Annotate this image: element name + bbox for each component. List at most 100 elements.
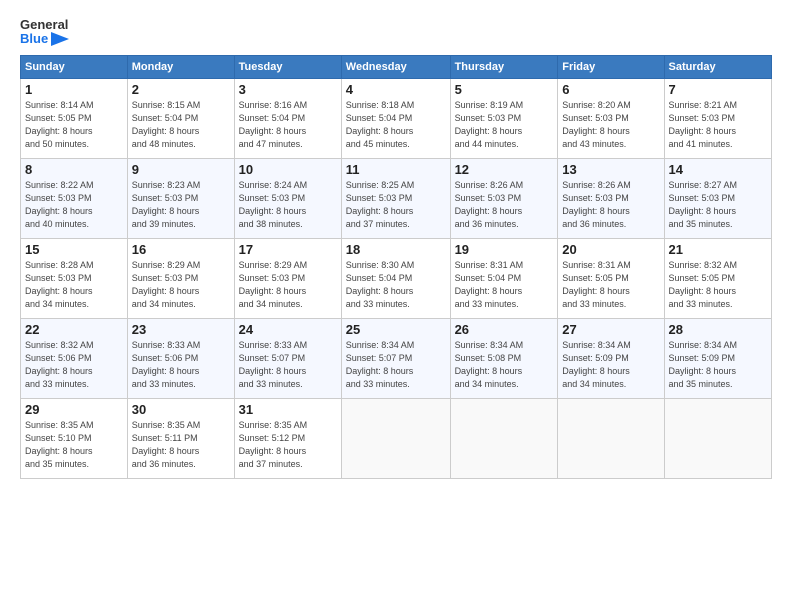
day-number: 21 (669, 242, 767, 257)
day-detail: Sunrise: 8:31 AM Sunset: 5:05 PM Dayligh… (562, 259, 659, 311)
day-detail: Sunrise: 8:34 AM Sunset: 5:09 PM Dayligh… (669, 339, 767, 391)
logo-general: General (20, 18, 69, 32)
day-detail: Sunrise: 8:30 AM Sunset: 5:04 PM Dayligh… (346, 259, 446, 311)
day-number: 27 (562, 322, 659, 337)
day-number: 1 (25, 82, 123, 97)
logo-text-block: General Blue (20, 18, 69, 47)
day-cell (664, 398, 771, 478)
day-number: 9 (132, 162, 230, 177)
day-number: 24 (239, 322, 337, 337)
calendar-table: SundayMondayTuesdayWednesdayThursdayFrid… (20, 55, 772, 479)
day-number: 13 (562, 162, 659, 177)
day-detail: Sunrise: 8:34 AM Sunset: 5:07 PM Dayligh… (346, 339, 446, 391)
day-cell: 29 Sunrise: 8:35 AM Sunset: 5:10 PM Dayli… (21, 398, 128, 478)
day-cell (558, 398, 664, 478)
day-detail: Sunrise: 8:22 AM Sunset: 5:03 PM Dayligh… (25, 179, 123, 231)
day-detail: Sunrise: 8:26 AM Sunset: 5:03 PM Dayligh… (455, 179, 554, 231)
day-cell (341, 398, 450, 478)
day-number: 15 (25, 242, 123, 257)
day-number: 16 (132, 242, 230, 257)
day-detail: Sunrise: 8:20 AM Sunset: 5:03 PM Dayligh… (562, 99, 659, 151)
day-detail: Sunrise: 8:35 AM Sunset: 5:12 PM Dayligh… (239, 419, 337, 471)
day-detail: Sunrise: 8:32 AM Sunset: 5:06 PM Dayligh… (25, 339, 123, 391)
day-number: 4 (346, 82, 446, 97)
weekday-header-row: SundayMondayTuesdayWednesdayThursdayFrid… (21, 55, 772, 78)
day-cell: 11 Sunrise: 8:25 AM Sunset: 5:03 PM Dayli… (341, 158, 450, 238)
day-detail: Sunrise: 8:16 AM Sunset: 5:04 PM Dayligh… (239, 99, 337, 151)
day-cell: 5 Sunrise: 8:19 AM Sunset: 5:03 PM Daylig… (450, 78, 558, 158)
day-number: 11 (346, 162, 446, 177)
logo-arrow-icon (51, 32, 69, 46)
week-row-4: 22 Sunrise: 8:32 AM Sunset: 5:06 PM Dayli… (21, 318, 772, 398)
day-detail: Sunrise: 8:26 AM Sunset: 5:03 PM Dayligh… (562, 179, 659, 231)
day-cell: 20 Sunrise: 8:31 AM Sunset: 5:05 PM Dayli… (558, 238, 664, 318)
day-cell: 9 Sunrise: 8:23 AM Sunset: 5:03 PM Daylig… (127, 158, 234, 238)
week-row-2: 8Sunrise: 8:22 AM Sunset: 5:03 PM Daylig… (21, 158, 772, 238)
day-number: 23 (132, 322, 230, 337)
day-cell (450, 398, 558, 478)
day-cell: 10 Sunrise: 8:24 AM Sunset: 5:03 PM Dayli… (234, 158, 341, 238)
day-cell: 14 Sunrise: 8:27 AM Sunset: 5:03 PM Dayli… (664, 158, 771, 238)
day-number: 19 (455, 242, 554, 257)
day-number: 30 (132, 402, 230, 417)
day-number: 7 (669, 82, 767, 97)
day-cell: 16 Sunrise: 8:29 AM Sunset: 5:03 PM Dayli… (127, 238, 234, 318)
day-detail: Sunrise: 8:29 AM Sunset: 5:03 PM Dayligh… (132, 259, 230, 311)
week-row-1: 1 Sunrise: 8:14 AM Sunset: 5:05 PM Daylig… (21, 78, 772, 158)
day-cell: 31 Sunrise: 8:35 AM Sunset: 5:12 PM Dayli… (234, 398, 341, 478)
weekday-header-tuesday: Tuesday (234, 55, 341, 78)
day-cell: 15 Sunrise: 8:28 AM Sunset: 5:03 PM Dayli… (21, 238, 128, 318)
day-detail: Sunrise: 8:18 AM Sunset: 5:04 PM Dayligh… (346, 99, 446, 151)
day-cell: 24 Sunrise: 8:33 AM Sunset: 5:07 PM Dayli… (234, 318, 341, 398)
day-cell: 23 Sunrise: 8:33 AM Sunset: 5:06 PM Dayli… (127, 318, 234, 398)
day-cell: 25 Sunrise: 8:34 AM Sunset: 5:07 PM Dayli… (341, 318, 450, 398)
day-cell: 21 Sunrise: 8:32 AM Sunset: 5:05 PM Dayli… (664, 238, 771, 318)
day-detail: Sunrise: 8:14 AM Sunset: 5:05 PM Dayligh… (25, 99, 123, 151)
day-number: 2 (132, 82, 230, 97)
day-number: 26 (455, 322, 554, 337)
day-detail: Sunrise: 8:15 AM Sunset: 5:04 PM Dayligh… (132, 99, 230, 151)
day-number: 31 (239, 402, 337, 417)
day-number: 18 (346, 242, 446, 257)
day-cell: 8Sunrise: 8:22 AM Sunset: 5:03 PM Daylig… (21, 158, 128, 238)
day-detail: Sunrise: 8:19 AM Sunset: 5:03 PM Dayligh… (455, 99, 554, 151)
day-detail: Sunrise: 8:32 AM Sunset: 5:05 PM Dayligh… (669, 259, 767, 311)
day-cell: 7Sunrise: 8:21 AM Sunset: 5:03 PM Daylig… (664, 78, 771, 158)
day-number: 5 (455, 82, 554, 97)
day-number: 17 (239, 242, 337, 257)
day-cell: 1 Sunrise: 8:14 AM Sunset: 5:05 PM Daylig… (21, 78, 128, 158)
week-row-3: 15 Sunrise: 8:28 AM Sunset: 5:03 PM Dayli… (21, 238, 772, 318)
day-cell: 22 Sunrise: 8:32 AM Sunset: 5:06 PM Dayli… (21, 318, 128, 398)
weekday-header-monday: Monday (127, 55, 234, 78)
page: General Blue SundayMondayTuesdayWednesda… (0, 0, 792, 612)
day-cell: 27Sunrise: 8:34 AM Sunset: 5:09 PM Dayli… (558, 318, 664, 398)
day-number: 10 (239, 162, 337, 177)
day-cell: 17Sunrise: 8:29 AM Sunset: 5:03 PM Dayli… (234, 238, 341, 318)
day-detail: Sunrise: 8:35 AM Sunset: 5:11 PM Dayligh… (132, 419, 230, 471)
day-detail: Sunrise: 8:33 AM Sunset: 5:07 PM Dayligh… (239, 339, 337, 391)
day-number: 29 (25, 402, 123, 417)
day-cell: 19Sunrise: 8:31 AM Sunset: 5:04 PM Dayli… (450, 238, 558, 318)
day-number: 3 (239, 82, 337, 97)
day-cell: 3 Sunrise: 8:16 AM Sunset: 5:04 PM Daylig… (234, 78, 341, 158)
day-number: 22 (25, 322, 123, 337)
weekday-header-friday: Friday (558, 55, 664, 78)
day-number: 20 (562, 242, 659, 257)
day-detail: Sunrise: 8:25 AM Sunset: 5:03 PM Dayligh… (346, 179, 446, 231)
day-detail: Sunrise: 8:33 AM Sunset: 5:06 PM Dayligh… (132, 339, 230, 391)
day-detail: Sunrise: 8:23 AM Sunset: 5:03 PM Dayligh… (132, 179, 230, 231)
day-detail: Sunrise: 8:24 AM Sunset: 5:03 PM Dayligh… (239, 179, 337, 231)
day-detail: Sunrise: 8:34 AM Sunset: 5:08 PM Dayligh… (455, 339, 554, 391)
weekday-header-thursday: Thursday (450, 55, 558, 78)
day-number: 14 (669, 162, 767, 177)
calendar-body: 1 Sunrise: 8:14 AM Sunset: 5:05 PM Daylig… (21, 78, 772, 478)
day-detail: Sunrise: 8:27 AM Sunset: 5:03 PM Dayligh… (669, 179, 767, 231)
day-cell: 13 Sunrise: 8:26 AM Sunset: 5:03 PM Dayli… (558, 158, 664, 238)
day-number: 25 (346, 322, 446, 337)
weekday-header-sunday: Sunday (21, 55, 128, 78)
day-cell: 12Sunrise: 8:26 AM Sunset: 5:03 PM Dayli… (450, 158, 558, 238)
day-detail: Sunrise: 8:28 AM Sunset: 5:03 PM Dayligh… (25, 259, 123, 311)
day-cell: 30 Sunrise: 8:35 AM Sunset: 5:11 PM Dayli… (127, 398, 234, 478)
logo: General Blue (20, 18, 69, 47)
day-detail: Sunrise: 8:35 AM Sunset: 5:10 PM Dayligh… (25, 419, 123, 471)
